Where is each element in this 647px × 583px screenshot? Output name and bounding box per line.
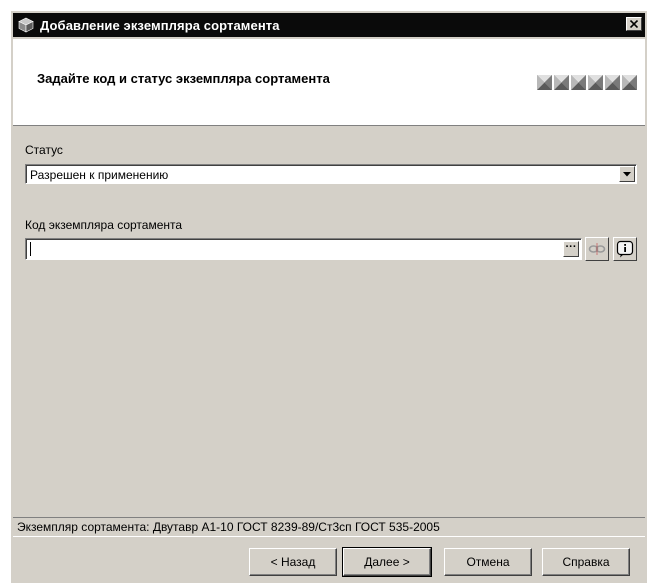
wizard-step-icon: [605, 75, 620, 90]
link-button[interactable]: [585, 237, 609, 261]
text-caret: [30, 242, 31, 256]
header-panel: Задайте код и статус экземпляра сортамен…: [13, 39, 645, 126]
status-select[interactable]: Разрешен к применению: [25, 164, 637, 184]
info-button[interactable]: [613, 237, 637, 261]
help-button[interactable]: Справка: [542, 548, 630, 576]
browse-button[interactable]: ···: [563, 241, 579, 257]
app-cube-icon: [18, 17, 34, 33]
wizard-step-icon: [622, 75, 637, 90]
chevron-down-icon: [623, 171, 631, 176]
chain-link-icon: [588, 243, 606, 255]
code-label: Код экземпляра сортамента: [25, 218, 183, 232]
status-dropdown-button[interactable]: [619, 166, 635, 182]
page-heading: Задайте код и статус экземпляра сортамен…: [37, 71, 330, 86]
wizard-step-icon: [571, 75, 586, 90]
dialog-window: Добавление экземпляра сортамента Задайте…: [10, 10, 647, 583]
code-input[interactable]: ···: [25, 238, 582, 260]
info-icon: [616, 240, 634, 258]
close-button[interactable]: [626, 17, 642, 31]
status-bar-text: Экземпляр сортамента: Двутавр А1-10 ГОСТ…: [17, 520, 440, 534]
status-label: Статус: [25, 143, 63, 157]
back-button[interactable]: < Назад: [249, 548, 337, 576]
title-bar: Добавление экземпляра сортамента: [13, 13, 645, 37]
wizard-step-icon: [537, 75, 552, 90]
cancel-button[interactable]: Отмена: [444, 548, 532, 576]
window-title: Добавление экземпляра сортамента: [40, 17, 280, 33]
status-select-value: Разрешен к применению: [30, 168, 169, 182]
status-bar: Экземпляр сортамента: Двутавр А1-10 ГОСТ…: [13, 517, 645, 537]
wizard-step-icon: [554, 75, 569, 90]
close-icon: [630, 20, 638, 28]
next-button[interactable]: Далее >: [342, 547, 432, 577]
wizard-step-icon: [588, 75, 603, 90]
wizard-steps: [537, 75, 637, 90]
